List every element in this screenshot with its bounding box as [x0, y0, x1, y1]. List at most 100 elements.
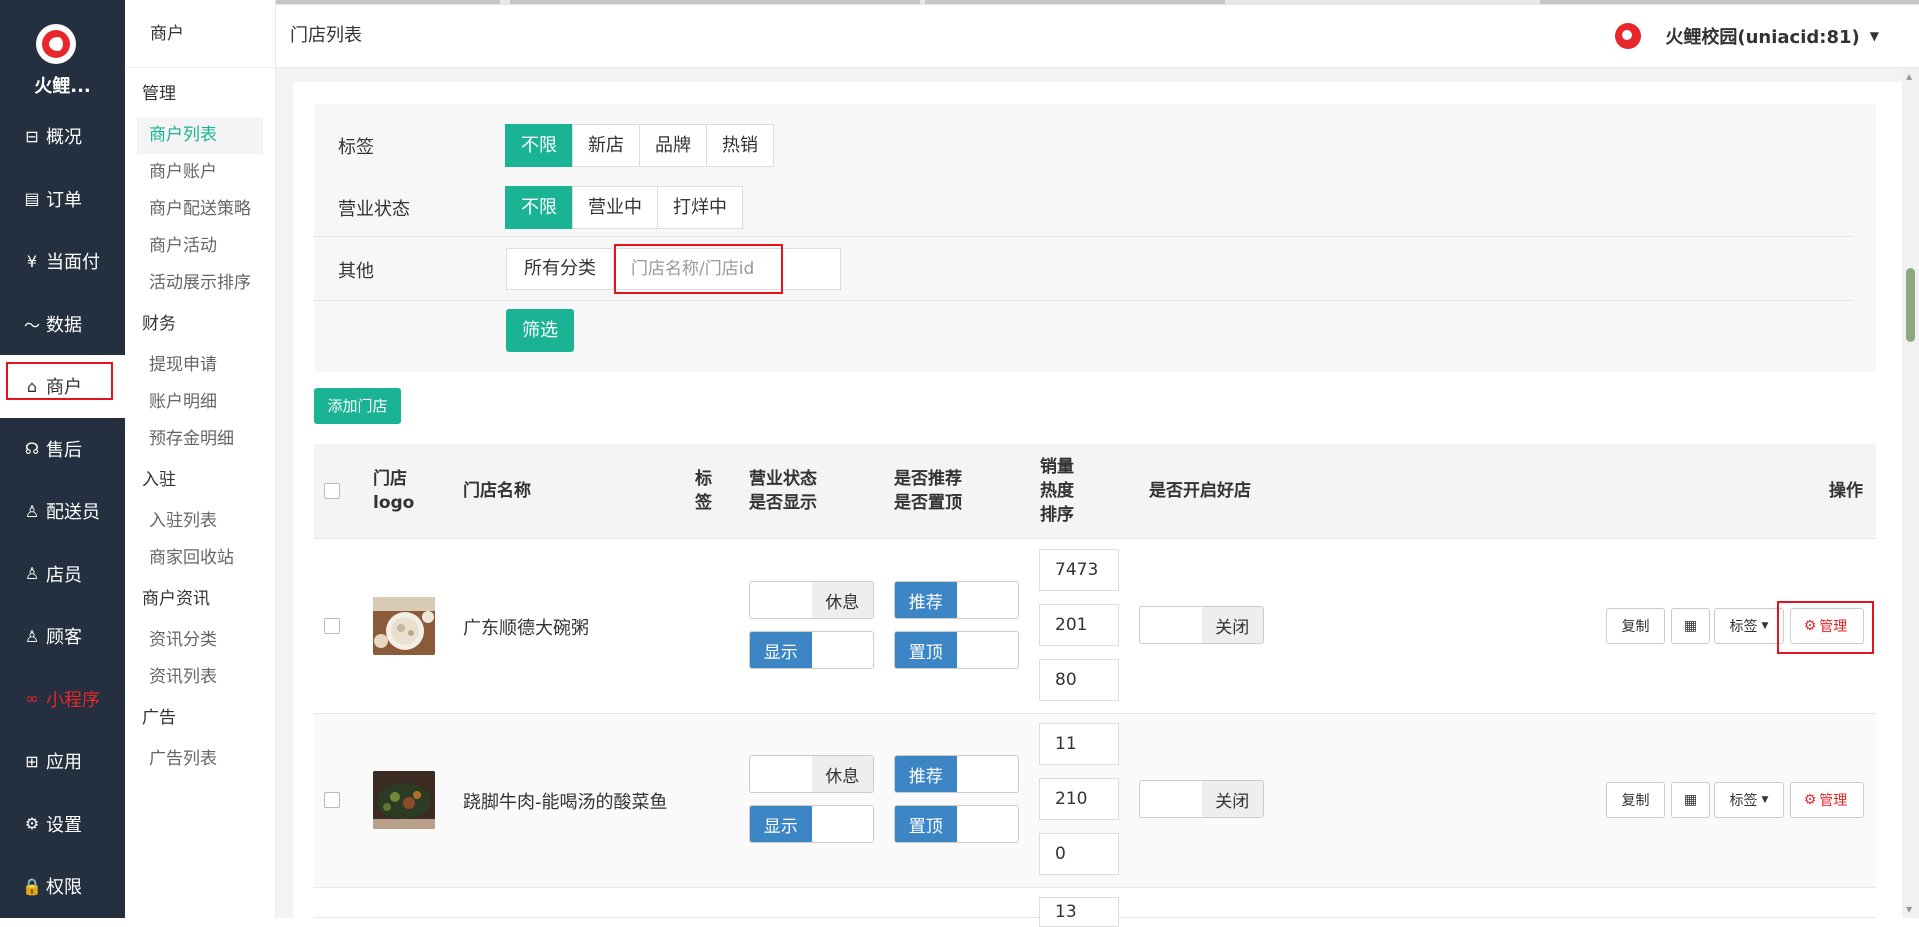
user-menu[interactable]: 火鲤校园(uniacid:81) ▼ [1615, 5, 1879, 67]
filter-submit-button[interactable]: 筛选 [506, 309, 574, 352]
scrollbar-thumb[interactable] [1906, 268, 1915, 342]
secondary-sidebar-title: 商户 [125, 0, 275, 68]
column-header-goodstore: 是否开启好店 [1149, 481, 1251, 501]
copy-button[interactable]: 复制 [1606, 608, 1665, 644]
nav-item-label: 数据 [46, 314, 82, 336]
scroll-down-icon[interactable]: ▼ [1906, 905, 1912, 914]
subnav-item[interactable]: 广告列表 [137, 741, 263, 778]
subnav-item[interactable]: 商户账户 [137, 154, 263, 191]
status-filter-option[interactable]: 不限 [505, 186, 573, 229]
subnav-item[interactable]: 商户列表 [137, 117, 263, 154]
nav-item-miniprogram[interactable]: ∞ 小程序 [0, 668, 125, 731]
nav-item-dashboard[interactable]: ⊟ 概况 [0, 105, 125, 168]
dashboard-icon: ⊟ [25, 126, 39, 146]
store-logo-image [373, 597, 435, 655]
column-header-tag: 标签 [695, 469, 712, 513]
sales-input[interactable]: 7473 [1039, 549, 1119, 591]
tag-dropdown-button[interactable]: 标签 ▼ [1714, 608, 1784, 644]
add-store-button[interactable]: 添加门店 [314, 388, 401, 424]
nav-item-label: 配送员 [46, 502, 100, 524]
nav-item-customer[interactable]: ♙ 顾客 [0, 605, 125, 668]
nav-item-label: 应用 [46, 752, 82, 774]
caret-down-icon: ▼ [1761, 621, 1769, 631]
display-toggle[interactable]: 显示 [749, 805, 874, 843]
highlight-manage-button [1777, 601, 1874, 654]
subnav-item[interactable]: 活动展示排序 [137, 265, 263, 302]
secondary-sidebar: 商户 管理 商户列表 商户账户 商户配送策略 商户活动 活动展示排序 财务 提现申请 账户明细预… [125, 0, 276, 918]
person-icon: ♙ [24, 501, 40, 521]
status-filter-group: 不限 营业中 打烊中 [505, 186, 743, 229]
sort-input[interactable]: 80 [1039, 659, 1119, 701]
subnav-item[interactable]: 商户活动 [137, 228, 263, 265]
qrcode-button[interactable]: ▦ [1671, 782, 1710, 818]
order-icon: ▤ [24, 189, 40, 209]
select-all-checkbox[interactable] [324, 483, 340, 499]
category-select[interactable]: 所有分类 [506, 248, 614, 290]
nav-item-headset[interactable]: ☊ 售后 [0, 418, 125, 481]
tag-filter-option[interactable]: 不限 [505, 124, 573, 167]
sort-input[interactable]: 0 [1039, 833, 1119, 875]
status-filter-option[interactable]: 营业中 [572, 186, 658, 229]
row-checkbox[interactable] [324, 618, 340, 634]
subnav-item[interactable]: 入驻列表 [137, 503, 263, 540]
subnav-group-label: 广告 [142, 708, 176, 728]
nav-item-yen[interactable]: ¥ 当面付 [0, 230, 125, 293]
sales-input[interactable]: 11 [1039, 723, 1119, 765]
heat-input[interactable]: 201 [1039, 604, 1119, 646]
subnav-item[interactable]: 账户明细 [137, 384, 263, 421]
display-toggle[interactable]: 显示 [749, 631, 874, 669]
business-status-toggle[interactable]: 休息 [749, 755, 874, 793]
brand-logo [36, 24, 76, 64]
yen-icon: ¥ [26, 251, 38, 271]
filter-divider [314, 236, 1854, 237]
nav-item-lock[interactable]: 🔒 权限 [0, 855, 125, 918]
sales-input[interactable]: 13 [1039, 897, 1119, 927]
column-header-logo: 门店 logo [373, 469, 415, 513]
store-logo-image [373, 771, 435, 829]
nav-item-gear[interactable]: ⚙ 设置 [0, 793, 125, 856]
column-header-ops: 操作 [1829, 481, 1863, 501]
qrcode-icon: ▦ [1683, 618, 1698, 634]
lock-icon: 🔒 [22, 876, 42, 896]
heat-input[interactable]: 210 [1039, 778, 1119, 820]
nav-item-order[interactable]: ▤ 订单 [0, 168, 125, 231]
chart-icon: 〜 [23, 315, 40, 335]
pin-top-toggle[interactable]: 置顶 [894, 805, 1019, 843]
business-status-toggle[interactable]: 休息 [749, 581, 874, 619]
miniprogram-icon: ∞ [25, 689, 39, 709]
goodstore-toggle[interactable]: 关闭 [1139, 606, 1264, 644]
tag-filter-option[interactable]: 品牌 [639, 124, 707, 167]
scroll-up-icon[interactable]: ▲ [1906, 72, 1912, 81]
recommend-toggle[interactable]: 推荐 [894, 581, 1019, 619]
subnav-item[interactable]: 提现申请 [137, 347, 263, 384]
goodstore-toggle[interactable]: 关闭 [1139, 780, 1264, 818]
tag-dropdown-button[interactable]: 标签 ▼ [1714, 782, 1784, 818]
main-sidebar: 火鲤... ⊟ 概况 ▤ 订单 ¥ 当面付〜数据 ⌂ 商户 ☊ 售后 ♙ 配送员 ♙ 店员 ♙ 顾客 ∞ 小程序 ⊞… [0, 0, 125, 918]
nav-item-chart[interactable]: 〜数据 [0, 293, 125, 356]
column-header-sales: 销量 热度 排序 [1040, 457, 1074, 525]
page-scrollbar[interactable]: ▲ ▼ [1902, 68, 1919, 918]
subnav-item[interactable]: 资讯列表 [137, 659, 263, 696]
tag-filter-option[interactable]: 新店 [572, 124, 640, 167]
recommend-toggle[interactable]: 推荐 [894, 755, 1019, 793]
subnav-item[interactable]: 商户配送策略 [137, 191, 263, 228]
qrcode-button[interactable]: ▦ [1671, 608, 1710, 644]
manage-button[interactable]: ⚙ 管理 [1790, 782, 1864, 818]
status-filter-option[interactable]: 打烊中 [657, 186, 743, 229]
tag-filter-option[interactable]: 热销 [706, 124, 774, 167]
subnav-item[interactable]: 资讯分类 [137, 622, 263, 659]
table-header [314, 444, 1876, 539]
row-checkbox[interactable] [324, 792, 340, 808]
copy-button[interactable]: 复制 [1606, 782, 1665, 818]
nav-item-apps[interactable]: ⊞ 应用 [0, 730, 125, 793]
user-name: 火鲤校园(uniacid:81) [1665, 27, 1860, 48]
nav-item-person[interactable]: ♙ 配送员 [0, 480, 125, 543]
subnav-item[interactable]: 商家回收站 [137, 540, 263, 577]
nav-item-staff[interactable]: ♙ 店员 [0, 543, 125, 606]
column-header-name: 门店名称 [463, 481, 531, 501]
page-title: 门店列表 [290, 25, 362, 46]
store-name: 广东顺德大碗粥 [463, 618, 589, 639]
nav-item-label: 顾客 [46, 627, 82, 649]
pin-top-toggle[interactable]: 置顶 [894, 631, 1019, 669]
subnav-item[interactable]: 预存金明细 [137, 421, 263, 458]
